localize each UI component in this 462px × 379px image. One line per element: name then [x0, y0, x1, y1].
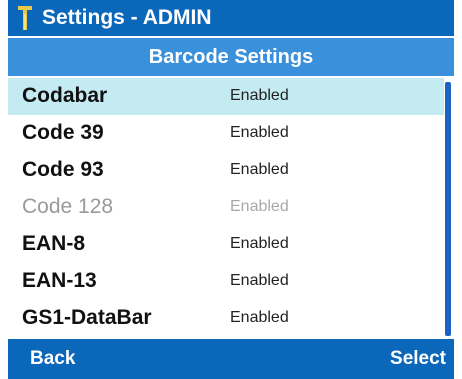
device-screen: Settings - ADMIN Barcode Settings Codaba… [8, 0, 454, 379]
item-name: Codabar [22, 84, 108, 107]
back-softkey[interactable]: Back [30, 339, 75, 379]
item-state: Enabled [230, 124, 289, 141]
scrollbar[interactable] [445, 82, 451, 336]
barcode-settings-list: Codabar Enabled Code 39 Enabled Code 93 … [8, 78, 454, 339]
scrollbar-thumb[interactable] [445, 82, 451, 336]
select-softkey[interactable]: Select [390, 339, 446, 379]
status-title: Settings - ADMIN [42, 6, 212, 29]
status-bar: Settings - ADMIN [8, 0, 454, 36]
list-item-codabar[interactable]: Codabar Enabled [8, 78, 444, 115]
item-state: Enabled [230, 235, 289, 252]
item-state: Enabled [230, 309, 289, 326]
list-item-code-128[interactable]: Code 128 Enabled [8, 189, 444, 226]
item-state: Enabled [230, 272, 289, 289]
item-name: Code 39 [22, 121, 104, 144]
list-item-ean-8[interactable]: EAN-8 Enabled [8, 226, 444, 263]
list-item-code-93[interactable]: Code 93 Enabled [8, 152, 444, 189]
softkey-bar: Back Select [8, 339, 454, 379]
list-item-gs1-databar[interactable]: GS1-DataBar Enabled [8, 300, 444, 337]
item-name: EAN-8 [22, 232, 86, 255]
item-state: Enabled [230, 161, 289, 178]
screen-header: Barcode Settings [8, 38, 454, 76]
list-item-ean-13[interactable]: EAN-13 Enabled [8, 263, 444, 300]
item-state: Enabled [230, 198, 289, 215]
page-title: Barcode Settings [148, 46, 314, 68]
item-name: GS1-DataBar [22, 306, 152, 329]
item-state: Enabled [230, 87, 289, 104]
antenna-icon [18, 6, 32, 30]
list-item-code-39[interactable]: Code 39 Enabled [8, 115, 444, 152]
item-name: Code 128 [22, 195, 114, 218]
item-name: Code 93 [22, 158, 104, 181]
item-name: EAN-13 [22, 269, 97, 292]
